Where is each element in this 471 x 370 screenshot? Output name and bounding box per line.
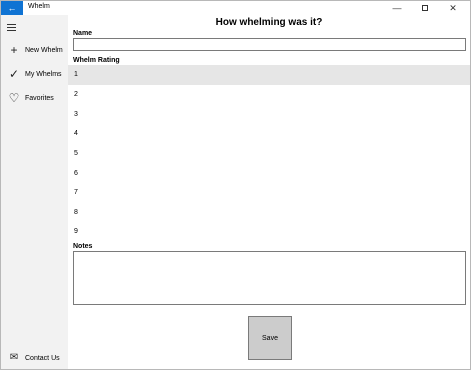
title-bar: ← Whelm — ✕ — [1, 1, 470, 15]
sidebar-item-label: Favorites — [25, 94, 54, 102]
sidebar-item-my-whelms[interactable]: ✓ My Whelms — [1, 63, 68, 85]
rating-item-3[interactable]: 3 — [68, 104, 470, 124]
rating-item-1[interactable]: 1 — [68, 65, 470, 85]
save-button[interactable]: Save — [248, 316, 292, 360]
page-title: How whelming was it? — [215, 17, 323, 28]
app-title: Whelm — [28, 3, 50, 10]
whelm-rating-list: 1 2 3 4 5 6 7 8 9 — [68, 65, 470, 242]
notes-textarea[interactable] — [73, 251, 466, 305]
sidebar: + New Whelm ✓ My Whelms ♡ Favorites ✉ Co… — [1, 15, 68, 369]
minimize-icon: — — [392, 3, 402, 13]
mail-icon: ✉ — [9, 352, 19, 363]
app-window: ← Whelm — ✕ + New Whelm ✓ My Whelms ♡ Fa… — [0, 0, 471, 370]
hamburger-menu-icon[interactable] — [7, 24, 16, 31]
sidebar-item-label: My Whelms — [25, 70, 62, 78]
sidebar-item-favorites[interactable]: ♡ Favorites — [1, 87, 68, 109]
close-button[interactable]: ✕ — [439, 1, 467, 15]
sidebar-item-new-whelm[interactable]: + New Whelm — [1, 39, 68, 61]
checkmark-icon: ✓ — [8, 67, 20, 81]
maximize-button[interactable] — [411, 1, 439, 15]
heart-icon: ♡ — [8, 91, 20, 105]
sidebar-item-label: New Whelm — [25, 46, 63, 54]
main-content: How whelming was it? Name Whelm Rating 1… — [68, 15, 470, 369]
minimize-button[interactable]: — — [383, 1, 411, 15]
rating-item-5[interactable]: 5 — [68, 144, 470, 164]
name-input[interactable] — [73, 38, 466, 51]
rating-item-8[interactable]: 8 — [68, 202, 470, 222]
plus-icon: + — [10, 43, 18, 57]
sidebar-item-contact-us[interactable]: ✉ Contact Us — [1, 347, 68, 369]
rating-item-9[interactable]: 9 — [68, 222, 470, 242]
notes-label: Notes — [73, 243, 93, 250]
arrow-left-icon: ← — [7, 2, 17, 13]
whelm-rating-label: Whelm Rating — [73, 57, 120, 64]
maximize-icon — [422, 5, 428, 11]
rating-item-2[interactable]: 2 — [68, 85, 470, 105]
rating-item-6[interactable]: 6 — [68, 163, 470, 183]
name-label: Name — [73, 30, 93, 37]
sidebar-item-label: Contact Us — [25, 354, 60, 362]
close-icon: ✕ — [449, 2, 457, 13]
back-button[interactable]: ← — [1, 1, 23, 15]
rating-item-7[interactable]: 7 — [68, 183, 470, 203]
rating-item-4[interactable]: 4 — [68, 124, 470, 144]
